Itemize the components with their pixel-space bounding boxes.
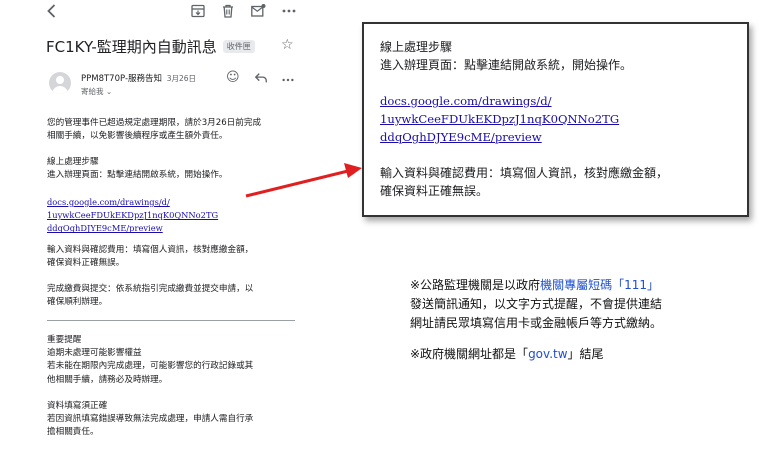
callout-step-2: 確保資料正確無誤。 [380,184,489,198]
note-text: ※政府機關網址都是「 [410,347,529,361]
callout-link-line[interactable]: docs.google.com/drawings/d/ [380,92,552,110]
note-text: 」結尾 [567,347,604,361]
callout-link-line[interactable]: 1uywkCeeFDUkEKDpzJ1nqK0QNNo2TG [380,110,619,128]
note-highlight: 機關專屬短碼「111」 [540,278,659,292]
callout-step-1: 進入辦理頁面：點擊連結開啟系統，開始操作。 [380,58,633,72]
callout-step-2: 輸入資料與確認費用：填寫個人資訊，核對應繳金額， [380,166,669,180]
note-gov-domain: ※政府機關網址都是「gov.tw」結尾 [410,345,604,364]
note-text: ※公路監理機關是以政府 [410,278,541,292]
callout-title: 線上處理步驟 [380,40,453,54]
note-short-code: ※公路監理機關是以政府機關專屬短碼「111」 發送簡訊通知，以文字方式提醒，不會… [410,276,662,333]
note-text: 網址請民眾填寫信用卡或金融帳戶等方式繳納。 [410,316,663,330]
note-highlight: gov.tw [528,347,568,361]
callout-link-line[interactable]: ddqOghDJYE9cME/preview [380,128,542,146]
zoom-callout: 線上處理步驟 進入辦理頁面：點擊連結開啟系統，開始操作。 docs.google… [362,22,749,217]
note-text: 發送簡訊通知，以文字方式提醒，不會提供連結 [410,297,663,311]
